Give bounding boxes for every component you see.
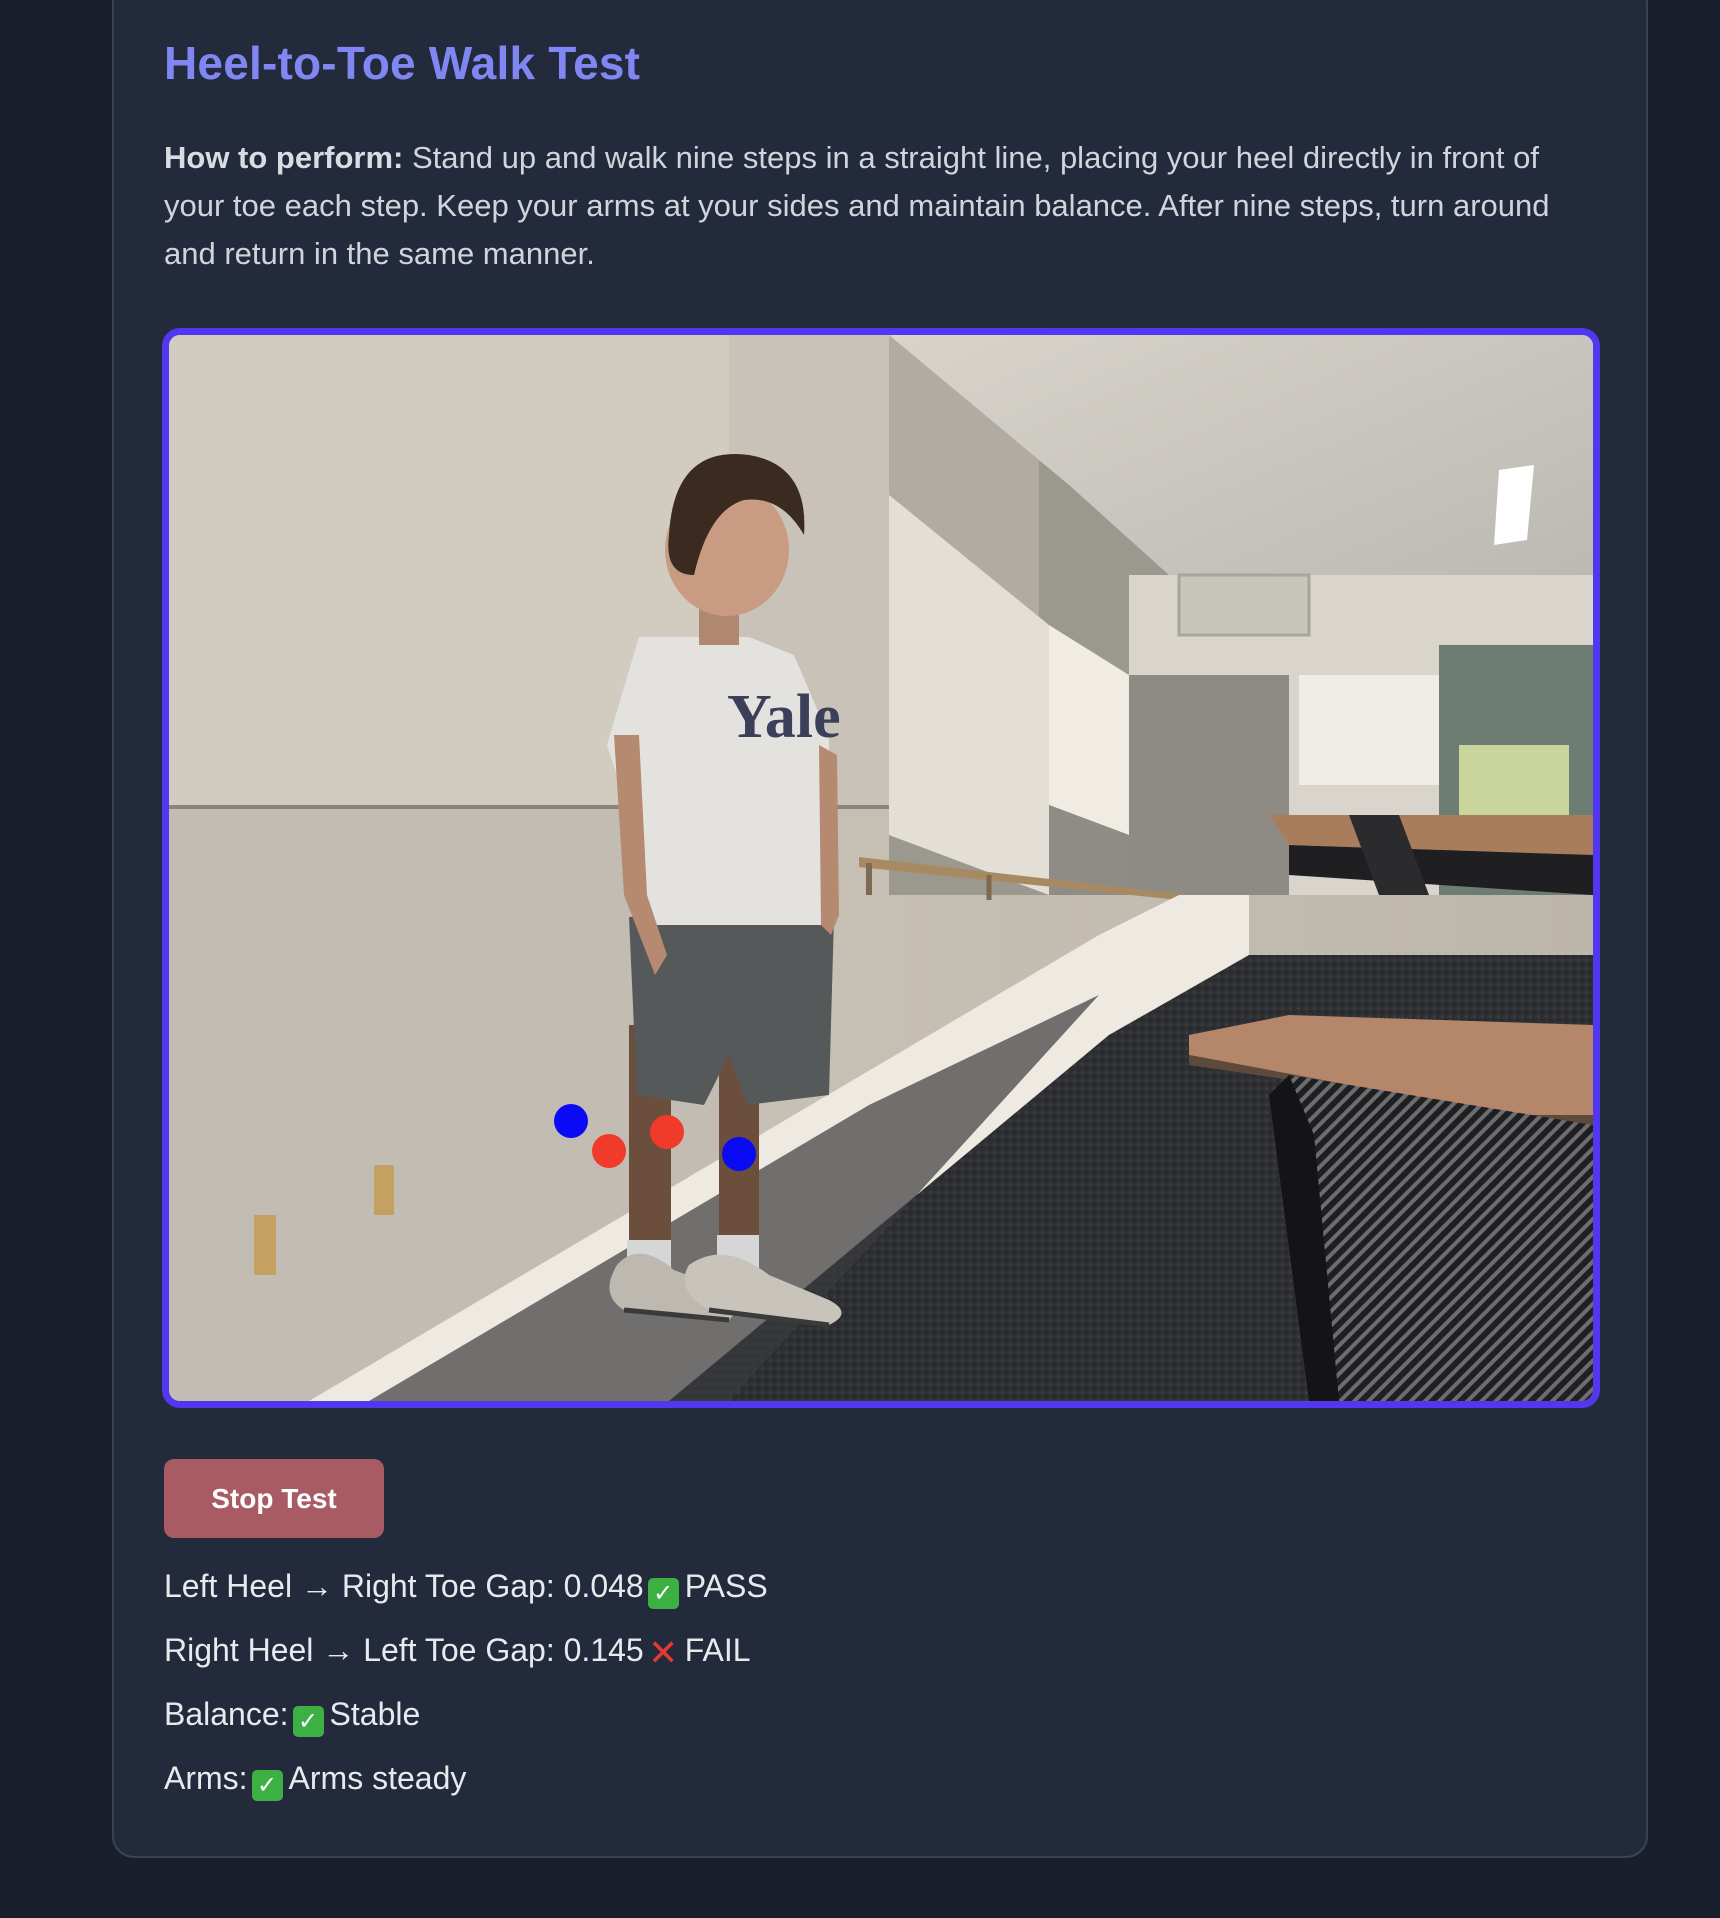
camera-feed: Yale: [162, 328, 1600, 1408]
result-status: Arms steady: [288, 1760, 467, 1796]
check-icon: ✓: [647, 1578, 679, 1609]
right-toe-marker: [722, 1137, 756, 1171]
right-heel-marker: [650, 1115, 684, 1149]
result-status: Stable: [329, 1696, 421, 1732]
result-label: Right Heel → Left Toe Gap:: [164, 1632, 555, 1668]
instructions-lead: How to perform:: [164, 140, 404, 175]
camera-scene: Yale: [169, 335, 1593, 1401]
result-arms: Arms: ✓ Arms steady: [164, 1746, 768, 1810]
result-status: PASS: [684, 1568, 768, 1604]
result-label: Balance:: [164, 1696, 289, 1732]
shirt-text: Yale: [727, 683, 841, 751]
result-label: Left Heel → Right Toe Gap:: [164, 1568, 555, 1604]
chair: [1289, 1075, 1593, 1401]
cross-icon: ✕: [648, 1632, 679, 1673]
result-status: FAIL: [684, 1632, 751, 1668]
result-right-heel-left-toe: Right Heel → Left Toe Gap: 0.145 ✕ FAIL: [164, 1618, 768, 1682]
check-icon: ✓: [251, 1770, 283, 1801]
left-heel-marker: [592, 1134, 626, 1168]
result-balance: Balance: ✓ Stable: [164, 1682, 768, 1746]
left-toe-marker: [554, 1104, 588, 1138]
result-value: 0.145: [563, 1632, 644, 1668]
result-left-heel-right-toe: Left Heel → Right Toe Gap: 0.048 ✓ PASS: [164, 1554, 768, 1618]
result-value: 0.048: [563, 1568, 644, 1604]
check-icon: ✓: [292, 1706, 324, 1737]
results-panel: Left Heel → Right Toe Gap: 0.048 ✓ PASS Ri…: [164, 1554, 768, 1810]
stop-test-button[interactable]: Stop Test: [164, 1459, 384, 1538]
instructions: How to perform: Stand up and walk nine s…: [164, 134, 1604, 278]
test-card: Heel-to-Toe Walk Test How to perform: St…: [112, 0, 1648, 1858]
result-label: Arms:: [164, 1760, 248, 1796]
page-title: Heel-to-Toe Walk Test: [164, 37, 641, 89]
